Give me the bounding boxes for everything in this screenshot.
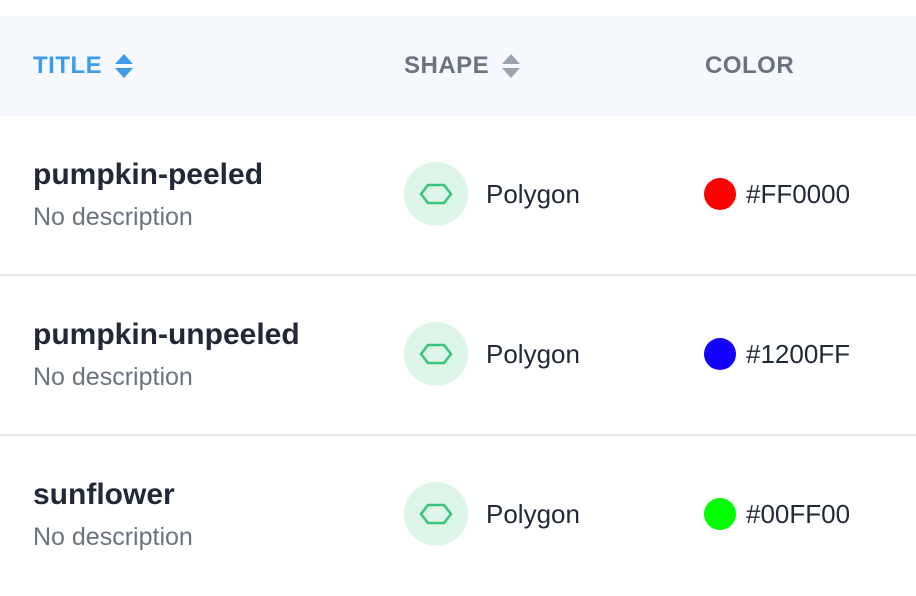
table-row[interactable]: pumpkin-unpeeled No description Polygon … (0, 276, 916, 436)
column-header-color-label: COLOR (705, 52, 795, 79)
color-swatch (704, 338, 736, 370)
title-cell: pumpkin-peeled No description (33, 156, 263, 232)
shape-cell: Polygon (404, 162, 580, 226)
color-swatch (704, 178, 736, 210)
class-name: sunflower (33, 478, 175, 511)
table-row[interactable]: pumpkin-peeled No description Polygon #F… (0, 116, 916, 276)
title-cell: pumpkin-unpeeled No description (33, 316, 300, 392)
class-name: pumpkin-unpeeled (33, 318, 300, 351)
polygon-icon (419, 343, 453, 365)
class-description: No description (33, 523, 193, 551)
color-swatch (704, 498, 736, 530)
shape-badge (404, 162, 468, 226)
sort-icon[interactable] (114, 53, 134, 79)
class-description: No description (33, 203, 193, 231)
column-header-color: COLOR (705, 16, 794, 116)
color-cell: #1200FF (704, 322, 850, 386)
polygon-icon (419, 503, 453, 525)
shape-label: Polygon (486, 178, 580, 209)
color-hex: #00FF00 (746, 498, 851, 529)
table-row[interactable]: sunflower No description Polygon #00FF00 (0, 436, 916, 596)
column-header-shape-label: SHAPE (404, 52, 490, 79)
sort-icon[interactable] (501, 53, 521, 79)
column-header-title[interactable]: TITLE (33, 16, 134, 116)
class-description: No description (33, 363, 193, 391)
class-table: TITLE SHAPE COLOR pumpkin-peeled No desc… (0, 16, 916, 551)
polygon-icon (419, 183, 453, 205)
shape-label: Polygon (486, 498, 580, 529)
shape-label: Polygon (486, 338, 580, 369)
class-name: pumpkin-peeled (33, 158, 264, 191)
column-header-title-label: TITLE (33, 52, 103, 79)
color-hex: #1200FF (746, 338, 851, 369)
color-hex: #FF0000 (746, 178, 851, 209)
shape-badge (404, 322, 468, 386)
shape-cell: Polygon (404, 482, 580, 546)
title-cell: sunflower No description (33, 476, 193, 552)
shape-badge (404, 482, 468, 546)
color-cell: #00FF00 (704, 482, 850, 546)
shape-cell: Polygon (404, 322, 580, 386)
table-header: TITLE SHAPE COLOR (0, 16, 916, 116)
color-cell: #FF0000 (704, 162, 850, 226)
column-header-shape[interactable]: SHAPE (404, 16, 521, 116)
